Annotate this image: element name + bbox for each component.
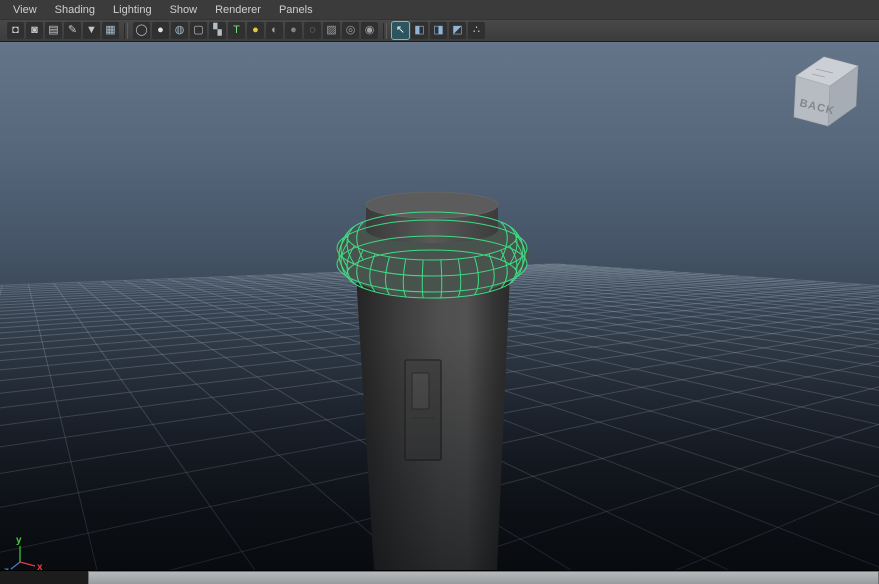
scrollbar-corner [0,571,88,584]
camera-lock-icon[interactable]: ◙ [26,22,43,39]
toolbar-separator [383,22,387,39]
textured-icon[interactable]: T [228,22,245,39]
depth-of-field-icon[interactable]: ◎ [342,22,359,39]
panel-toolbar: ◘ ◙ ▤ ✎ ▼ ▦ ◯ ● ◍ ▢ ▚ T ● ◐ ● ◌ ▨ ◎ ◉ ↖ ◧ ◨ ◩ ∴ [0,20,879,42]
bookmarks-icon[interactable]: ▼ [83,22,100,39]
grease-pencil-icon[interactable]: ✎ [64,22,81,39]
scene: BACK y x z [0,42,879,570]
motion-blur-icon[interactable]: ◌ [304,22,321,39]
default-material-icon[interactable]: ▚ [209,22,226,39]
z-axis-label: z [4,566,9,570]
menu-panels[interactable]: Panels [270,0,322,20]
isolate-select-icon[interactable]: ↖ [391,21,410,40]
x-axis-label: x [37,562,43,570]
exposure-icon[interactable]: ◉ [361,22,378,39]
panel-menu-bar: View Shading Lighting Show Renderer Panels [0,0,879,20]
menu-renderer[interactable]: Renderer [206,0,270,20]
camera-select-icon[interactable]: ◘ [7,22,24,39]
horizontal-scrollbar[interactable] [88,571,879,584]
ssao-icon[interactable]: ● [285,22,302,39]
share-icon[interactable]: ∴ [468,22,485,39]
wireframe-icon[interactable]: ◯ [133,22,150,39]
smooth-shade-all-icon[interactable]: ● [152,22,169,39]
viewport-fade [0,42,879,570]
menu-show[interactable]: Show [161,0,207,20]
bottom-bar [0,570,879,584]
menu-lighting[interactable]: Lighting [104,0,161,20]
flat-shade-icon[interactable]: ◍ [171,22,188,39]
scene-cube-icon[interactable]: ◧ [411,22,428,39]
camera-attributes-icon[interactable]: ▤ [45,22,62,39]
anti-aliasing-icon[interactable]: ▨ [323,22,340,39]
shadows-icon[interactable]: ◐ [266,22,283,39]
instance-cube-icon[interactable]: ◩ [449,22,466,39]
toolbar-separator [124,22,128,39]
use-all-lights-icon[interactable]: ● [247,22,264,39]
xray-cube-icon[interactable]: ◨ [430,22,447,39]
menu-view[interactable]: View [4,0,46,20]
y-axis-label: y [16,535,22,546]
image-plane-icon[interactable]: ▦ [102,22,119,39]
bounding-box-icon[interactable]: ▢ [190,22,207,39]
menu-shading[interactable]: Shading [46,0,104,20]
viewport[interactable]: BACK y x z [0,42,879,570]
viewport-panel-window: View Shading Lighting Show Renderer Panels ◘ ◙… [0,0,879,584]
